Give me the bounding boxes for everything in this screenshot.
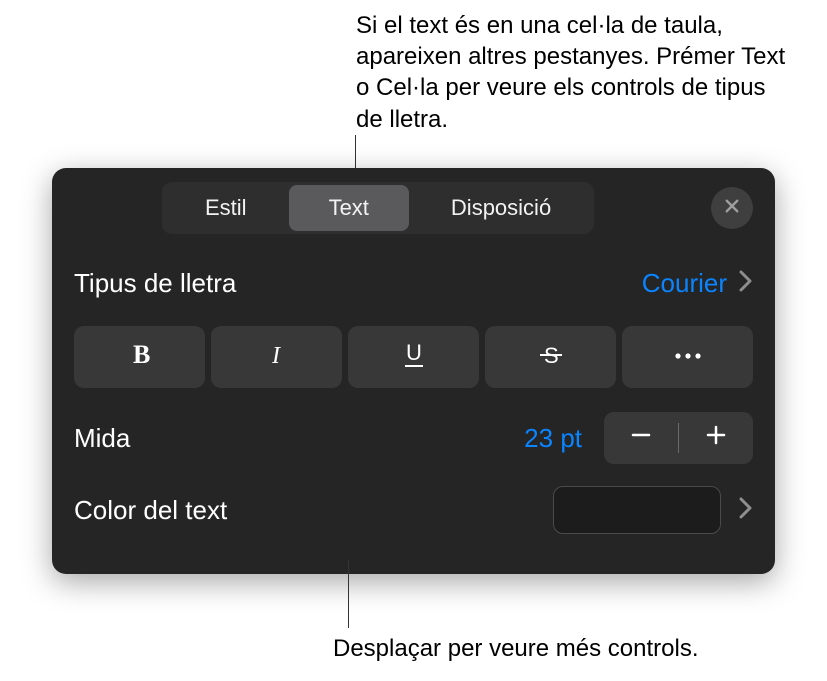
tab-segmented-control: Estil Text Disposició	[162, 182, 594, 234]
ellipsis-icon	[673, 348, 703, 366]
tab-text[interactable]: Text	[289, 185, 409, 231]
close-icon	[723, 197, 741, 220]
italic-button[interactable]: I	[211, 326, 342, 388]
tab-style[interactable]: Estil	[165, 185, 287, 231]
svg-text:B: B	[133, 341, 150, 369]
font-value: Courier	[642, 268, 727, 299]
text-style-buttons: B I U S	[74, 326, 753, 388]
chevron-right-icon	[739, 268, 753, 299]
size-decrease-button[interactable]	[604, 412, 678, 464]
plus-icon	[704, 423, 728, 454]
svg-text:U: U	[406, 340, 422, 365]
tab-bar: Estil Text Disposició	[74, 182, 753, 234]
more-options-button[interactable]	[622, 326, 753, 388]
format-panel: Estil Text Disposició Tipus de lletra Co…	[52, 168, 775, 574]
svg-text:I: I	[271, 343, 281, 369]
strikethrough-icon: S	[538, 341, 564, 374]
chevron-right-icon	[739, 495, 753, 526]
text-color-label: Color del text	[74, 495, 553, 526]
minus-icon	[629, 423, 653, 454]
close-button[interactable]	[711, 187, 753, 229]
strikethrough-button[interactable]: S	[485, 326, 616, 388]
text-color-swatch[interactable]	[553, 486, 721, 534]
tab-layout[interactable]: Disposició	[411, 185, 591, 231]
size-row: Mida 23 pt	[74, 402, 753, 474]
underline-icon: U	[401, 340, 427, 375]
italic-icon: I	[265, 341, 289, 374]
font-row[interactable]: Tipus de lletra Courier	[74, 250, 753, 316]
bold-button[interactable]: B	[74, 326, 205, 388]
text-color-row[interactable]: Color del text	[74, 474, 753, 546]
callout-bottom-text: Desplaçar per veure més controls.	[333, 635, 698, 663]
size-stepper	[604, 412, 753, 464]
size-increase-button[interactable]	[679, 412, 753, 464]
bold-icon: B	[128, 341, 152, 374]
underline-button[interactable]: U	[348, 326, 479, 388]
font-label: Tipus de lletra	[74, 268, 642, 299]
callout-leader-bottom	[348, 560, 349, 628]
size-label: Mida	[74, 423, 524, 454]
callout-top-text: Si el text és en una cel·la de taula, ap…	[356, 10, 796, 135]
size-value: 23 pt	[524, 423, 582, 454]
